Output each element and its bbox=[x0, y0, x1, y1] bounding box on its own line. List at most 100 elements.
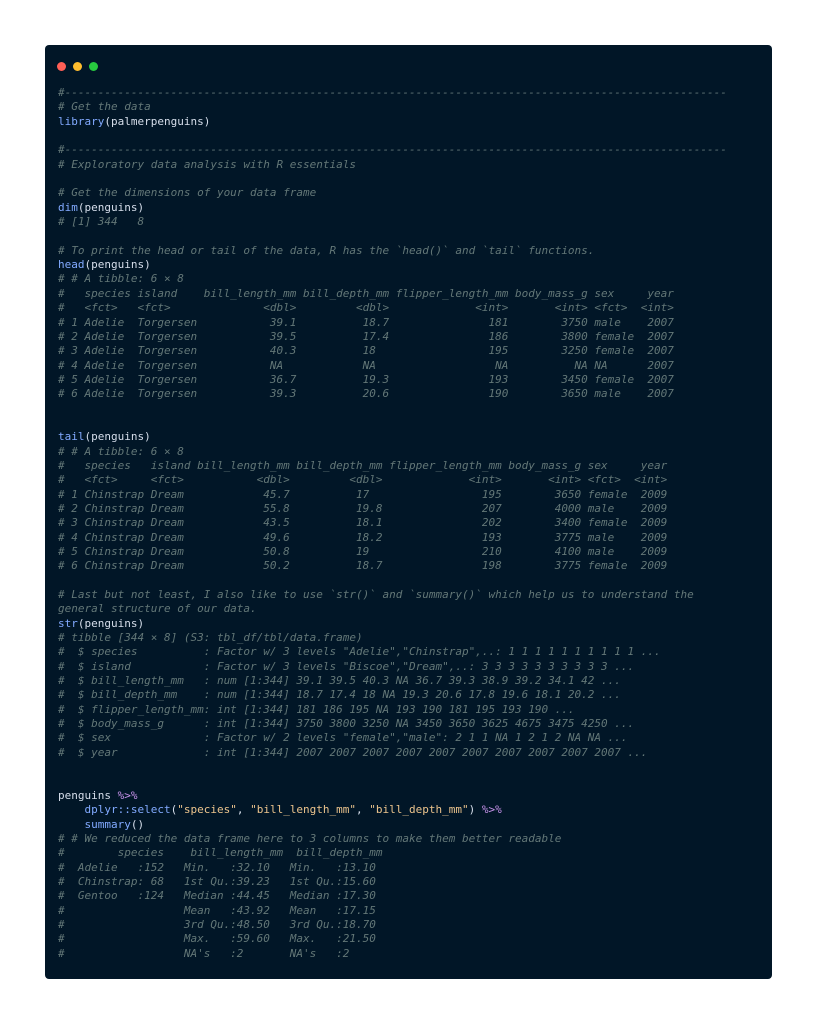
code-comment: # species island bill_length_mm bill_dep… bbox=[58, 458, 668, 472]
code-line: # 3 Chinstrap Dream 43.5 18.1 202 3400 f… bbox=[58, 516, 727, 530]
code-line: # $ bill_depth_mm : num [1:344] 18.7 17.… bbox=[58, 688, 727, 702]
code-text: (penguins) bbox=[84, 258, 151, 272]
code-line: # 6 Chinstrap Dream 50.2 18.7 198 3775 f… bbox=[58, 559, 727, 573]
code-text: () bbox=[130, 817, 145, 831]
code-comment: # 6 Adelie Torgersen 39.3 20.6 190 3650 … bbox=[58, 387, 674, 401]
code-line: # $ sex : Factor w/ 2 levels "female","m… bbox=[58, 731, 727, 745]
code-line: # 5 Chinstrap Dream 50.8 19 210 4100 mal… bbox=[58, 545, 727, 559]
code-text: (penguins) bbox=[84, 430, 151, 444]
code-line: # $ year : int [1:344] 2007 2007 2007 20… bbox=[58, 746, 727, 760]
code-line: # # A tibble: 6 × 8 bbox=[58, 272, 727, 286]
code-line: # <fct> <fct> <dbl> <dbl> <int> <int> <f… bbox=[58, 301, 727, 315]
code-line: # $ species : Factor w/ 3 levels "Adelie… bbox=[58, 645, 727, 659]
code-line: # 4 Chinstrap Dream 49.6 18.2 193 3775 m… bbox=[58, 531, 727, 545]
code-text: (penguins) bbox=[77, 200, 145, 214]
code-line: # Last but not least, I also like to use… bbox=[58, 588, 727, 602]
code-comment: #---------------------------------------… bbox=[58, 143, 727, 157]
code-text: ) bbox=[468, 803, 482, 817]
code-text: (penguins) bbox=[77, 616, 145, 630]
code-text: , bbox=[356, 803, 370, 817]
code-comment: # $ bill_depth_mm : num [1:344] 18.7 17.… bbox=[58, 688, 621, 702]
code-line: general structure of our data. bbox=[58, 602, 727, 616]
code-line: # 3 Adelie Torgersen 40.3 18 195 3250 fe… bbox=[58, 344, 727, 358]
code-line: # Exploratory data analysis with R essen… bbox=[58, 158, 727, 172]
code-line: # species island bill_length_mm bill_dep… bbox=[58, 287, 727, 301]
code-line: # $ flipper_length_mm: int [1:344] 181 1… bbox=[58, 703, 727, 717]
code-window: #---------------------------------------… bbox=[45, 45, 772, 979]
code-function: dplyr::select bbox=[84, 803, 171, 817]
code-operator: %>% bbox=[117, 788, 138, 802]
code-comment: # 3rd Qu.:48.50 3rd Qu.:18.70 bbox=[58, 917, 376, 931]
code-comment: # Max. :59.60 Max. :21.50 bbox=[58, 932, 376, 946]
code-comment: # 5 Adelie Torgersen 36.7 19.3 193 3450 … bbox=[58, 372, 674, 386]
code-comment: # $ flipper_length_mm: int [1:344] 181 1… bbox=[58, 702, 575, 716]
code-comment: # 1 Chinstrap Dream 45.7 17 195 3650 fem… bbox=[58, 487, 668, 501]
code-comment: # 2 Adelie Torgersen 39.5 17.4 186 3800 … bbox=[58, 329, 674, 343]
code-comment: # <fct> <fct> <dbl> <dbl> <int> <int> <f… bbox=[58, 473, 668, 487]
code-comment: # 4 Adelie Torgersen NA NA NA NA NA 2007 bbox=[58, 358, 674, 372]
code-line: tail(penguins) bbox=[58, 430, 727, 444]
code-comment: # Adelie :152 Min. :32.10 Min. :13.10 bbox=[58, 860, 376, 874]
code-comment: # <fct> <fct> <dbl> <dbl> <int> <int> <f… bbox=[58, 301, 674, 315]
code-line: # 5 Adelie Torgersen 36.7 19.3 193 3450 … bbox=[58, 373, 727, 387]
code-line: # Get the dimensions of your data frame bbox=[58, 186, 727, 200]
code-comment: # $ sex : Factor w/ 2 levels "female","m… bbox=[58, 731, 628, 745]
code-line: # species island bill_length_mm bill_dep… bbox=[58, 459, 727, 473]
code-line: # 3rd Qu.:48.50 3rd Qu.:18.70 bbox=[58, 918, 727, 932]
code-line: #---------------------------------------… bbox=[58, 86, 727, 100]
code-line: # Gentoo :124 Median :44.45 Median :17.3… bbox=[58, 889, 727, 903]
code-text: penguins bbox=[58, 788, 118, 802]
code-line: # Max. :59.60 Max. :21.50 bbox=[58, 932, 727, 946]
window-controls bbox=[57, 56, 105, 71]
code-comment: # # A tibble: 6 × 8 bbox=[58, 272, 184, 286]
code-comment: # 4 Chinstrap Dream 49.6 18.2 193 3775 m… bbox=[58, 530, 668, 544]
minimize-dot-icon[interactable] bbox=[73, 62, 82, 71]
code-comment: # $ bill_length_mm : num [1:344] 39.1 39… bbox=[58, 674, 621, 688]
code-comment: # Mean :43.92 Mean :17.15 bbox=[58, 903, 376, 917]
code-comment: # $ species : Factor w/ 3 levels "Adelie… bbox=[58, 645, 661, 659]
code-line: # species bill_length_mm bill_depth_mm bbox=[58, 846, 727, 860]
code-line: dim(penguins) bbox=[58, 201, 727, 215]
code-comment: # 2 Chinstrap Dream 55.8 19.8 207 4000 m… bbox=[58, 501, 668, 515]
code-line: # <fct> <fct> <dbl> <dbl> <int> <int> <f… bbox=[58, 473, 727, 487]
code-comment: # 1 Adelie Torgersen 39.1 18.7 181 3750 … bbox=[58, 315, 674, 329]
code-line: #---------------------------------------… bbox=[58, 143, 727, 157]
code-line: # 2 Adelie Torgersen 39.5 17.4 186 3800 … bbox=[58, 330, 727, 344]
code-comment: # Exploratory data analysis with R essen… bbox=[58, 157, 357, 171]
code-line: # Get the data bbox=[58, 100, 727, 114]
maximize-dot-icon[interactable] bbox=[89, 62, 98, 71]
code-line: # [1] 344 8 bbox=[58, 215, 727, 229]
code-line: penguins %>% bbox=[58, 789, 727, 803]
code-function: summary bbox=[84, 817, 131, 831]
code-comment: # To print the head or tail of the data,… bbox=[58, 243, 595, 257]
code-line: # $ body_mass_g : int [1:344] 3750 3800 … bbox=[58, 717, 727, 731]
code-comment: # # A tibble: 6 × 8 bbox=[58, 444, 184, 458]
code-comment: # $ body_mass_g : int [1:344] 3750 3800 … bbox=[58, 717, 635, 731]
code-line: # 1 Adelie Torgersen 39.1 18.7 181 3750 … bbox=[58, 316, 727, 330]
code-text: (palmerpenguins) bbox=[104, 114, 211, 128]
close-dot-icon[interactable] bbox=[57, 62, 66, 71]
code-comment: # Get the dimensions of your data frame bbox=[58, 186, 317, 200]
code-line: # 1 Chinstrap Dream 45.7 17 195 3650 fem… bbox=[58, 488, 727, 502]
code-block: #---------------------------------------… bbox=[58, 86, 727, 961]
code-function: head bbox=[58, 258, 85, 272]
code-comment: # 3 Chinstrap Dream 43.5 18.1 202 3400 f… bbox=[58, 516, 668, 530]
code-function: library bbox=[58, 114, 105, 128]
code-string: "bill_length_mm" bbox=[250, 803, 357, 817]
code-text: , bbox=[236, 803, 251, 817]
code-line: # Chinstrap: 68 1st Qu.:39.23 1st Qu.:15… bbox=[58, 875, 727, 889]
code-comment: # Get the data bbox=[58, 100, 151, 114]
code-comment: # 5 Chinstrap Dream 50.8 19 210 4100 mal… bbox=[58, 545, 668, 558]
code-line: # NA's :2 NA's :2 bbox=[58, 947, 727, 961]
code-comment: # [1] 344 8 bbox=[58, 215, 145, 229]
code-line: # # We reduced the data frame here to 3 … bbox=[58, 832, 727, 846]
code-comment: # $ year : int [1:344] 2007 2007 2007 20… bbox=[58, 745, 648, 759]
code-comment: # Gentoo :124 Median :44.45 Median :17.3… bbox=[58, 889, 376, 903]
code-function: tail bbox=[58, 430, 85, 444]
code-line: # To print the head or tail of the data,… bbox=[58, 244, 727, 258]
